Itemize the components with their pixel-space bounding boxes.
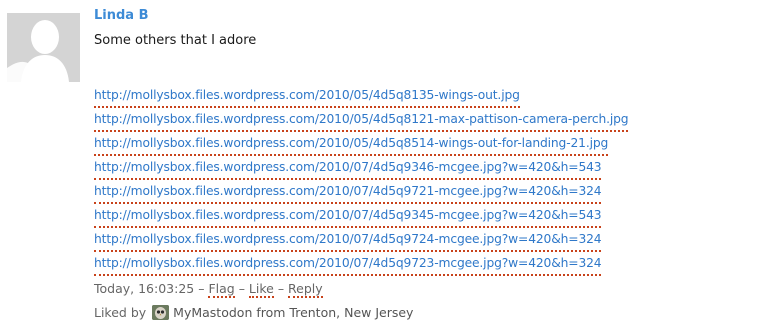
comment-links: http://mollysbox.files.wordpress.com/201… [94, 87, 776, 276]
comment-link[interactable]: http://mollysbox.files.wordpress.com/201… [94, 111, 629, 132]
comment-link[interactable]: http://mollysbox.files.wordpress.com/201… [94, 183, 602, 204]
liked-by-row: Liked by MyMastodon from Trenton, New Je… [94, 302, 776, 322]
meta-separator: – [273, 281, 289, 296]
comment-content: Linda B Some others that I adore http://… [94, 6, 776, 322]
default-user-silhouette-icon [7, 13, 80, 82]
comment-link[interactable]: http://mollysbox.files.wordpress.com/201… [94, 135, 608, 156]
flag-link[interactable]: Flag [208, 281, 235, 298]
comment-link[interactable]: http://mollysbox.files.wordpress.com/201… [94, 159, 602, 180]
reply-link[interactable]: Reply [288, 281, 323, 298]
liker-avatar[interactable] [152, 304, 170, 320]
meta-separator: – [234, 281, 249, 296]
comment-link[interactable]: http://mollysbox.files.wordpress.com/201… [94, 231, 602, 252]
meta-separator: – [194, 281, 209, 296]
comment-timestamp: Today, 16:03:25 [94, 281, 195, 296]
comment-author[interactable]: Linda B [94, 6, 776, 26]
comment-meta: Today, 16:03:25 – Flag – Like – Reply [94, 279, 776, 299]
comment-link[interactable]: http://mollysbox.files.wordpress.com/201… [94, 207, 602, 228]
comment-text: Some others that I adore [94, 33, 257, 48]
liker-name[interactable]: MyMastodon from Trenton, New Jersey [173, 303, 413, 322]
owl-photo-icon [152, 304, 170, 320]
like-link[interactable]: Like [248, 281, 274, 298]
liked-by-label: Liked by [94, 304, 147, 320]
comment-link[interactable]: http://mollysbox.files.wordpress.com/201… [94, 87, 520, 108]
author-avatar[interactable] [7, 13, 80, 82]
comment-link[interactable]: http://mollysbox.files.wordpress.com/201… [94, 255, 602, 276]
